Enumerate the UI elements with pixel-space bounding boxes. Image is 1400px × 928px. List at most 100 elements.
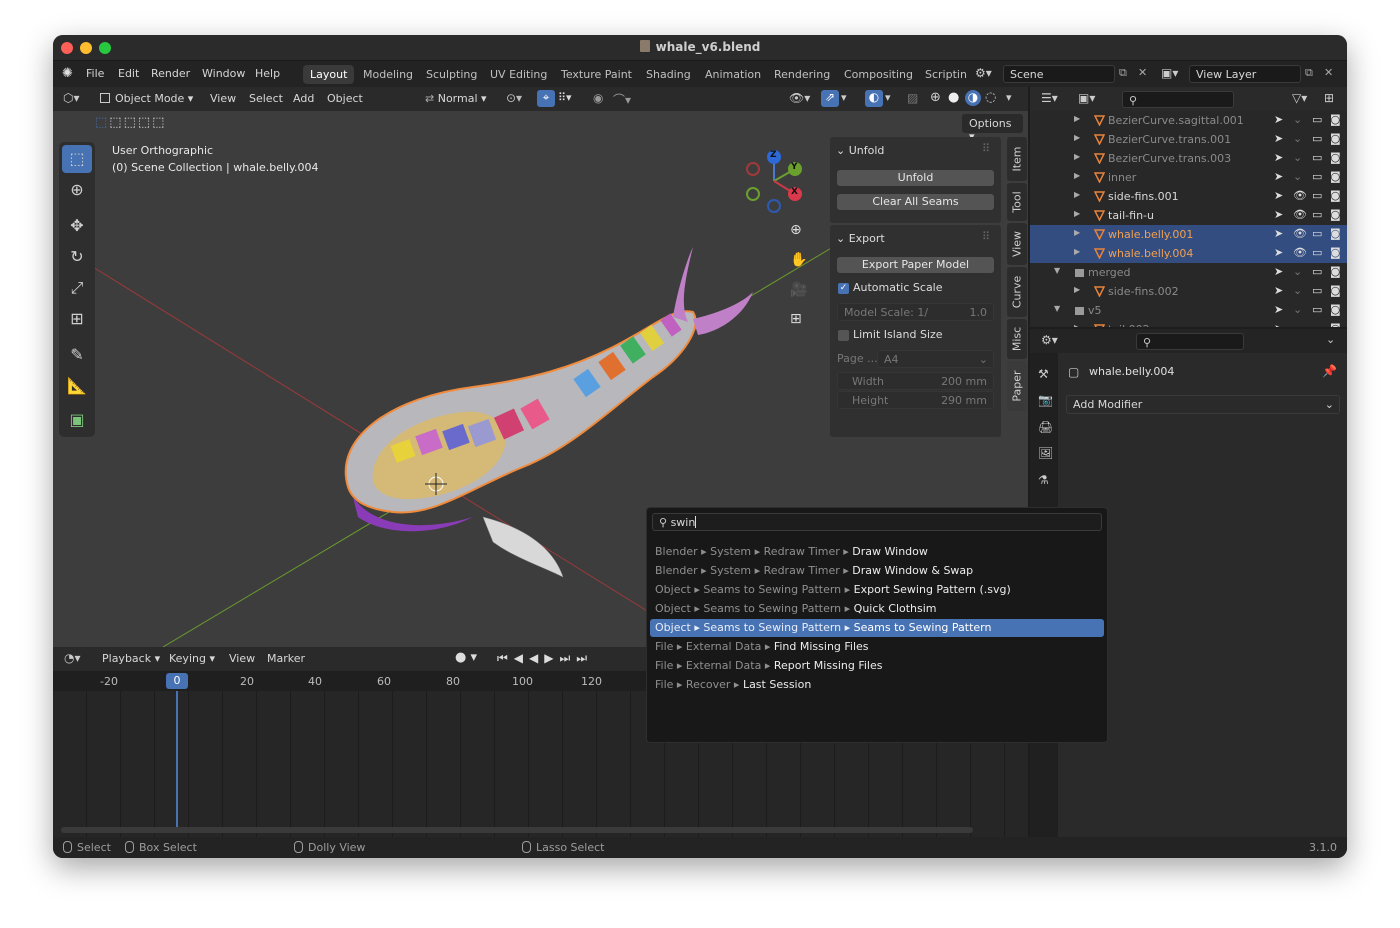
object-mode-dropdown[interactable]: Object Mode ▾: [100, 92, 193, 105]
tab-sculpting[interactable]: Sculpting: [426, 68, 477, 81]
add-cube-tool-icon[interactable]: ▣: [62, 406, 92, 434]
timeline-scrollbar[interactable]: [61, 827, 973, 833]
playhead-line[interactable]: [176, 691, 178, 829]
output-properties-icon[interactable]: 🖨: [1038, 420, 1053, 434]
new-view-layer-icon[interactable]: ⧉: [1305, 66, 1313, 80]
render-camera-icon[interactable]: ◙: [1330, 246, 1341, 259]
tab-scripting[interactable]: Scriptinc: [925, 68, 967, 81]
export-panel-header[interactable]: ⌄ Export: [836, 232, 885, 245]
new-collection-icon[interactable]: ⊞: [1324, 91, 1334, 105]
selectable-toggle-icon[interactable]: ➤: [1274, 303, 1283, 316]
search-result-item[interactable]: Object ▸ Seams to Sewing Pattern ▸ Seams…: [650, 619, 1104, 637]
render-camera-icon[interactable]: ◙: [1330, 113, 1341, 126]
snap-target-icon[interactable]: ⠿▾: [558, 91, 572, 104]
view-layer-icon[interactable]: ▣▾: [1161, 66, 1178, 80]
menu-edit[interactable]: Edit: [118, 67, 139, 80]
search-result-item[interactable]: Blender ▸ System ▸ Redraw Timer ▸ Draw W…: [650, 562, 1104, 580]
options-dropdown[interactable]: Options ▾: [962, 114, 1023, 143]
tool-properties-icon[interactable]: ⚒: [1038, 367, 1049, 381]
render-camera-icon[interactable]: ◙: [1330, 208, 1341, 221]
marker-menu[interactable]: Marker: [267, 652, 305, 665]
scale-tool-icon[interactable]: ⤢: [62, 274, 92, 302]
viewport-menu-object[interactable]: Object: [327, 92, 363, 105]
visibility-eye-icon[interactable]: ⌄: [1293, 113, 1302, 126]
gizmo-dropdown-icon[interactable]: ▾: [841, 91, 847, 104]
tab-layout[interactable]: Layout: [303, 65, 355, 84]
shading-dropdown-icon[interactable]: ▾: [1006, 91, 1012, 104]
menu-window[interactable]: Window: [202, 67, 245, 80]
render-properties-icon[interactable]: 📷: [1038, 393, 1053, 407]
viewport-display-icon[interactable]: ▭: [1312, 189, 1322, 202]
operator-search-input[interactable]: ⚲ swin: [652, 513, 1102, 531]
overlay-toggle-icon[interactable]: ◐: [865, 90, 883, 107]
select-box-tool-icon[interactable]: ⬚: [62, 145, 92, 173]
limit-island-size-checkbox[interactable]: [838, 330, 849, 341]
expand-arrow-icon[interactable]: ▶: [1074, 323, 1080, 327]
selectable-toggle-icon[interactable]: ➤: [1274, 151, 1283, 164]
viewport-display-icon[interactable]: ▭: [1312, 227, 1322, 240]
outliner-editor-type-icon[interactable]: ☰▾: [1041, 91, 1058, 105]
selectable-toggle-icon[interactable]: ➤: [1274, 284, 1283, 297]
move-tool-icon[interactable]: ✥: [62, 212, 92, 240]
export-paper-model-button[interactable]: Export Paper Model: [837, 257, 994, 273]
render-camera-icon[interactable]: ◙: [1330, 170, 1341, 183]
scene-properties-icon[interactable]: ⚗: [1038, 473, 1049, 487]
viewport-display-icon[interactable]: ▭: [1312, 170, 1322, 183]
blender-logo-icon[interactable]: ✺: [62, 66, 73, 81]
visibility-eye-icon[interactable]: 👁: [1293, 227, 1307, 240]
visibility-eye-icon[interactable]: ⌄: [1293, 322, 1302, 327]
camera-view-icon[interactable]: 🎥: [790, 282, 807, 298]
viewport-menu-add[interactable]: Add: [293, 92, 314, 105]
rendered-shading-icon[interactable]: ◌: [985, 90, 996, 105]
expand-arrow-icon[interactable]: ▶: [1074, 190, 1080, 199]
visibility-eye-icon[interactable]: ⌄: [1293, 170, 1302, 183]
tab-shading[interactable]: Shading: [646, 68, 691, 81]
scene-name-field[interactable]: Scene: [1003, 65, 1115, 83]
tab-misc[interactable]: Misc: [1007, 319, 1027, 359]
search-result-item[interactable]: File ▸ Recover ▸ Last Session: [650, 676, 1104, 694]
delete-scene-icon[interactable]: ✕: [1138, 66, 1147, 79]
outliner-item[interactable]: ▶ tail.002 ➤ ⌄ ▭ ◙: [1030, 320, 1347, 327]
viewport-display-icon[interactable]: ▭: [1312, 284, 1322, 297]
menu-file[interactable]: File: [86, 67, 104, 80]
tab-modeling[interactable]: Modeling: [363, 68, 413, 81]
properties-search-input[interactable]: ⚲: [1136, 333, 1244, 350]
playback-menu[interactable]: Playback ▾: [102, 652, 160, 665]
clear-all-seams-button[interactable]: Clear All Seams: [837, 194, 994, 210]
current-frame-indicator[interactable]: 0: [166, 673, 188, 689]
expand-arrow-icon[interactable]: ▶: [1074, 114, 1080, 123]
view-layer-properties-icon[interactable]: 🖼: [1038, 446, 1053, 460]
expand-arrow-icon[interactable]: ▶: [1074, 171, 1080, 180]
expand-arrow-icon[interactable]: ▶: [1074, 152, 1080, 161]
collapse-arrow-icon[interactable]: ▼: [1054, 266, 1060, 275]
outliner-item[interactable]: ▶ BezierCurve.sagittal.001 ➤ ⌄ ▭ ◙: [1030, 111, 1347, 130]
tab-animation[interactable]: Animation: [705, 68, 761, 81]
ortho-grid-icon[interactable]: ⊞: [790, 311, 802, 327]
transform-orientation-dropdown[interactable]: ⇄ Normal ▾: [425, 92, 487, 105]
pan-hand-icon[interactable]: ✋: [790, 252, 807, 268]
search-result-item[interactable]: Object ▸ Seams to Sewing Pattern ▸ Expor…: [650, 581, 1104, 599]
search-result-item[interactable]: Blender ▸ System ▸ Redraw Timer ▸ Draw W…: [650, 543, 1104, 561]
annotate-tool-icon[interactable]: ✎: [62, 341, 92, 369]
gizmo-toggle-icon[interactable]: ⇗: [821, 90, 839, 107]
outliner-item[interactable]: ▶ inner ➤ ⌄ ▭ ◙: [1030, 168, 1347, 187]
view-layer-field[interactable]: View Layer: [1189, 65, 1301, 83]
visibility-eye-icon[interactable]: ⌄: [1293, 151, 1302, 164]
falloff-icon[interactable]: ⌒▾: [613, 91, 631, 108]
selectable-toggle-icon[interactable]: ➤: [1274, 208, 1283, 221]
drag-handle-icon[interactable]: ⠿: [982, 230, 990, 243]
visibility-icon[interactable]: 👁▾: [789, 91, 810, 105]
render-camera-icon[interactable]: ◙: [1330, 322, 1341, 327]
xray-toggle-icon[interactable]: ▨: [907, 91, 918, 105]
cursor-tool-icon[interactable]: ⊕: [62, 176, 92, 204]
tab-curve[interactable]: Curve: [1007, 267, 1027, 317]
solid-shading-icon[interactable]: ●: [948, 90, 959, 105]
unfold-panel-header[interactable]: ⌄ Unfold: [836, 144, 884, 157]
outliner-item[interactable]: ▼ v5 ➤ ⌄ ▭ ◙: [1030, 301, 1347, 320]
render-camera-icon[interactable]: ◙: [1330, 265, 1341, 278]
render-camera-icon[interactable]: ◙: [1330, 303, 1341, 316]
selectable-toggle-icon[interactable]: ➤: [1274, 246, 1283, 259]
outliner-item[interactable]: ▶ whale.belly.004 ➤ 👁 ▭ ◙: [1030, 244, 1347, 263]
outliner-item[interactable]: ▶ tail-fin-u ➤ 👁 ▭ ◙: [1030, 206, 1347, 225]
unfold-button[interactable]: Unfold: [837, 170, 994, 186]
